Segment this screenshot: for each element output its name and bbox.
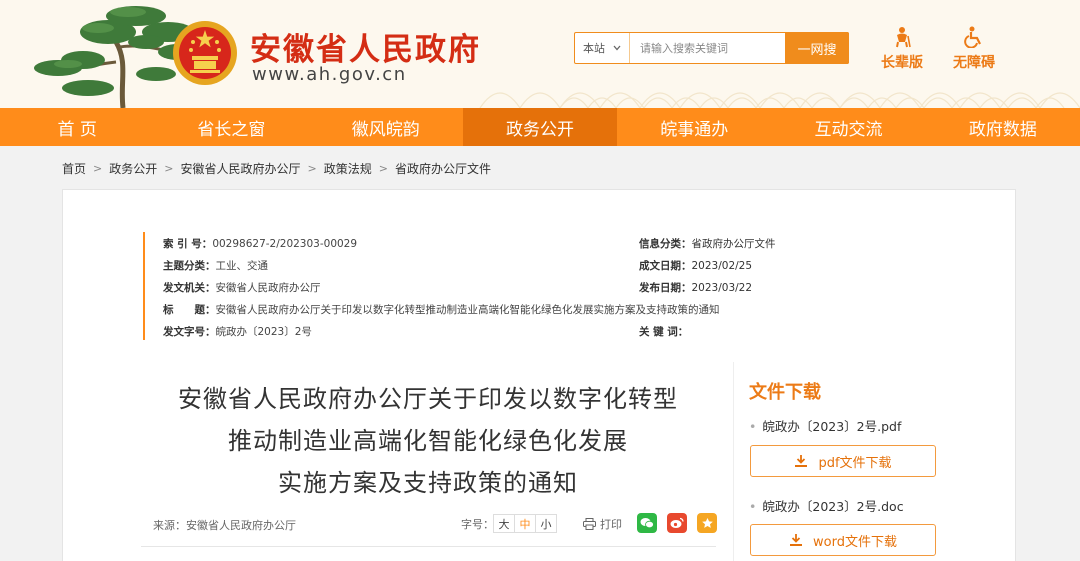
pdf-download-button[interactable]: pdf文件下载 [750, 445, 936, 477]
article-title: 安徽省人民政府办公厅关于印发以数字化转型 推动制造业高端化智能化绿色化发展 实施… [133, 378, 723, 504]
breadcrumb-link[interactable]: 政务公开 [109, 160, 157, 177]
chevron-down-icon [613, 45, 621, 51]
meta-row-created: 成文日期：2023/02/25 [639, 258, 752, 273]
word-download-label: word文件下载 [813, 534, 897, 550]
download-panel-title: 文件下载 [749, 382, 821, 403]
search-box: 本站 一网搜 [574, 32, 849, 64]
download-icon [795, 455, 808, 467]
article-title-line: 实施方案及支持政策的通知 [278, 469, 578, 497]
breadcrumb-link[interactable]: 政策法规 [324, 160, 372, 177]
search-scope-select[interactable]: 本站 [575, 33, 630, 63]
word-download-button[interactable]: word文件下载 [750, 524, 936, 556]
breadcrumb-separator-icon: > [93, 161, 103, 175]
meta-value: 00298627-2/202303-00029 [212, 238, 358, 250]
nav-item-data[interactable]: 政府数据 [926, 108, 1080, 146]
wechat-icon [640, 518, 654, 529]
download-file-name[interactable]: • 皖政办〔2023〕2号.doc [749, 496, 904, 515]
meta-row-category: 信息分类：省政府办公厅文件 [639, 236, 776, 251]
font-size-medium-button[interactable]: 中 [514, 514, 536, 533]
meta-value: 工业、交通 [215, 260, 269, 272]
font-size-label: 字号： [461, 517, 494, 531]
weibo-icon [670, 517, 684, 528]
meta-label: 主题分类： [163, 260, 216, 272]
meta-label: 索 引 号： [163, 238, 213, 250]
accessibility-icon [964, 26, 981, 48]
nav-item-gov-affairs[interactable]: 政务公开 [462, 108, 618, 146]
nav-item-governor[interactable]: 省长之窗 [154, 108, 308, 146]
page: 安徽省人民政府 www.ah.gov.cn 本站 一网搜 长辈版 [0, 0, 1080, 561]
site-url[interactable]: www.ah.gov.cn [252, 64, 407, 85]
printer-icon [583, 518, 596, 530]
meta-row-published: 发布日期：2023/03/22 [639, 280, 752, 295]
breadcrumb-link[interactable]: 安徽省人民政府办公厅 [180, 160, 300, 177]
download-file-name[interactable]: • 皖政办〔2023〕2号.pdf [749, 416, 901, 435]
nav-item-home[interactable]: 首 页 [0, 108, 154, 146]
star-icon [701, 517, 713, 528]
breadcrumb-separator-icon: > [378, 161, 388, 175]
print-button[interactable]: 打印 [583, 516, 622, 532]
meta-row-theme: 主题分类：工业、交通 [163, 258, 268, 273]
print-label: 打印 [600, 518, 622, 531]
article-source: 来源：安徽省人民政府办公厅 [153, 519, 296, 532]
meta-value: 2023/02/25 [691, 260, 753, 272]
font-size-small-button[interactable]: 小 [535, 514, 557, 533]
meta-label: 关 键 词： [639, 326, 689, 338]
main-nav: 首 页 省长之窗 徽风皖韵 政务公开 皖事通办 互动交流 政府数据 [0, 108, 1080, 146]
document-meta-table: 索 引 号：00298627-2/202303-00029 信息分类：省政府办公… [143, 232, 873, 340]
nav-item-culture[interactable]: 徽风皖韵 [309, 108, 463, 146]
share-weibo-button[interactable] [667, 513, 687, 533]
bullet-icon: • [749, 499, 757, 514]
search-button[interactable]: 一网搜 [785, 32, 849, 64]
font-size-large-button[interactable]: 大 [493, 514, 515, 533]
bullet-icon: • [749, 419, 757, 434]
meta-label: 标 题： [163, 304, 216, 316]
meta-label: 发文字号： [163, 326, 216, 338]
breadcrumb-link[interactable]: 首页 [62, 160, 86, 177]
search-input[interactable] [630, 33, 785, 63]
breadcrumb-separator-icon: > [164, 161, 174, 175]
nav-item-services[interactable]: 皖事通办 [617, 108, 771, 146]
nav-item-interaction[interactable]: 互动交流 [771, 108, 925, 146]
download-file-name-text: 皖政办〔2023〕2号.pdf [762, 419, 902, 434]
elder-mode-button[interactable]: 长辈版 [872, 26, 932, 72]
site-title[interactable]: 安徽省人民政府 [250, 24, 481, 69]
download-icon [790, 534, 803, 546]
download-file-name-text: 皖政办〔2023〕2号.doc [762, 499, 904, 514]
site-header: 安徽省人民政府 www.ah.gov.cn 本站 一网搜 长辈版 [0, 0, 1080, 108]
breadcrumb-link[interactable]: 省政府办公厅文件 [395, 160, 491, 177]
content-card: 索 引 号：00298627-2/202303-00029 信息分类：省政府办公… [62, 189, 1016, 561]
meta-label: 信息分类： [639, 238, 692, 250]
meta-label: 发文机关： [163, 282, 216, 294]
breadcrumb-separator-icon: > [307, 161, 317, 175]
meta-row-issuer: 发文机关：安徽省人民政府办公厅 [163, 280, 321, 295]
share-wechat-button[interactable] [637, 513, 657, 533]
article-divider [141, 546, 716, 547]
font-size-switcher: 字号： 大 中 小 [461, 514, 557, 533]
article-title-line: 安徽省人民政府办公厅关于印发以数字化转型 [178, 385, 678, 413]
article-title-line: 推动制造业高端化智能化绿色化发展 [228, 427, 628, 455]
meta-row-title: 标 题：安徽省人民政府办公厅关于印发以数字化转型推动制造业高端化智能化绿色化发展… [163, 302, 720, 317]
search-scope-label: 本站 [583, 42, 605, 55]
file-download-panel: 文件下载 • 皖政办〔2023〕2号.pdf pdf文件下载 • 皖政办〔2023〕… [733, 362, 949, 561]
meta-value: 安徽省人民政府办公厅关于印发以数字化转型推动制造业高端化智能化绿色化发展实施方案… [215, 304, 720, 316]
meta-value: 2023/03/22 [691, 282, 753, 294]
elder-mode-label: 长辈版 [881, 55, 923, 71]
meta-value: 皖政办〔2023〕2号 [215, 326, 312, 338]
meta-row-keywords: 关 键 词： [639, 324, 688, 339]
accessibility-button[interactable]: 无障碍 [944, 26, 1004, 72]
national-emblem-icon [173, 21, 237, 85]
meta-row-index: 索 引 号：00298627-2/202303-00029 [163, 236, 357, 251]
elder-mode-icon [896, 27, 911, 48]
meta-value: 省政府办公厅文件 [691, 238, 776, 250]
breadcrumb: 首页 > 政务公开 > 安徽省人民政府办公厅 > 政策法规 > 省政府办公厅文件 [62, 160, 491, 176]
pdf-download-label: pdf文件下载 [818, 455, 892, 471]
accessibility-label: 无障碍 [953, 55, 995, 71]
meta-row-docno: 发文字号：皖政办〔2023〕2号 [163, 324, 312, 339]
meta-label: 发布日期： [639, 282, 692, 294]
meta-value: 安徽省人民政府办公厅 [215, 282, 321, 294]
favorite-button[interactable] [697, 513, 717, 533]
meta-label: 成文日期： [639, 260, 692, 272]
